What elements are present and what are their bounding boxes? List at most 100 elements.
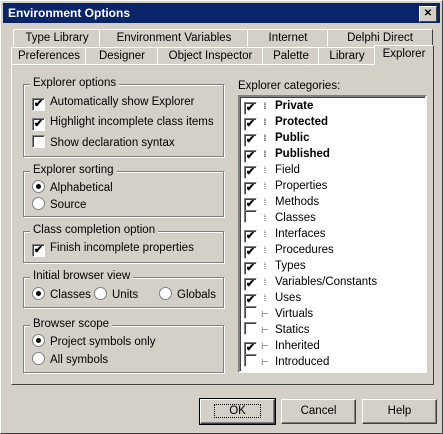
finish-incomplete-properties-checkbox[interactable]: ✔ Finish incomplete properties	[32, 241, 194, 257]
category-item[interactable]: ✔ ⁞ Procedures	[244, 242, 334, 259]
category-label: Statics	[275, 324, 310, 336]
alphabetical-radio[interactable]: Alphabetical	[32, 180, 113, 196]
category-item[interactable]: ✔ ⁞ Properties	[244, 178, 328, 195]
project-symbols-only-radio[interactable]: Project symbols only	[32, 334, 155, 350]
tab-explorer[interactable]: Explorer	[374, 45, 434, 65]
tab-library[interactable]: Library	[318, 47, 376, 65]
category-label: Variables/Constants	[275, 276, 378, 288]
option-label: Automatically show Explorer	[50, 96, 195, 108]
tree-icon: ⊢	[261, 357, 269, 367]
radio-circle	[32, 180, 45, 193]
category-label: Procedures	[275, 244, 334, 256]
tab-environment-variables[interactable]: Environment Variables	[99, 29, 249, 47]
tree-icon: ⊢	[261, 325, 269, 335]
option-label: Classes	[50, 289, 91, 301]
explorer-sorting-group: Explorer sorting Alphabetical Source	[23, 164, 225, 218]
category-label: Uses	[275, 292, 302, 304]
highlight-incomplete-class-items-checkbox[interactable]: ✔ Highlight incomplete class items	[32, 115, 214, 131]
browser-scope-group: Browser scope Project symbols only All s…	[23, 318, 225, 374]
radio-circle	[159, 287, 172, 300]
explorer-categories-label: Explorer categories:	[238, 80, 341, 92]
category-item[interactable]: ✔ ⁞ Private	[244, 98, 313, 115]
category-item[interactable]: ✔ ⁞ Interfaces	[244, 226, 326, 243]
category-item[interactable]: ✔ ⁞ Field	[244, 162, 300, 179]
tab-designer[interactable]: Designer	[85, 47, 159, 65]
tab-palette[interactable]: Palette	[262, 47, 320, 65]
category-label: Methods	[275, 196, 320, 208]
option-label: Show declaration syntax	[50, 137, 175, 149]
member-icon: ⁞	[263, 149, 267, 159]
member-icon: ⁞	[263, 245, 267, 255]
category-label: Properties	[275, 180, 328, 192]
close-button[interactable]: ✕	[419, 6, 437, 22]
tab-preferences[interactable]: Preferences	[11, 47, 87, 65]
checkbox-box[interactable]	[244, 354, 257, 367]
option-label: Units	[112, 289, 139, 301]
option-label: All symbols	[50, 354, 109, 366]
category-item[interactable]: ✔ ⁞ Methods	[244, 194, 320, 211]
group-title: Explorer options	[30, 77, 120, 89]
member-icon: ⁞	[263, 117, 267, 127]
category-label: Types	[275, 260, 306, 272]
category-label: Interfaces	[275, 228, 326, 240]
category-label: Published	[275, 148, 330, 160]
category-label: Inherited	[275, 340, 320, 352]
category-item[interactable]: ✔ ⁞ Protected	[244, 114, 328, 131]
tree-icon: ⊢	[261, 309, 269, 319]
checkbox-box: ✔	[32, 244, 45, 257]
category-item[interactable]: ⊢ Virtuals	[244, 306, 313, 322]
group-title: Explorer sorting	[30, 164, 117, 176]
tab-internet[interactable]: Internet	[247, 29, 329, 47]
category-item[interactable]: ✔ ⊢ Inherited	[244, 338, 320, 355]
help-button[interactable]: Help	[362, 399, 437, 424]
category-item[interactable]: ✔ ⁞ Public	[244, 130, 310, 147]
checkbox-box[interactable]	[244, 306, 257, 319]
group-title: Browser scope	[30, 318, 113, 330]
category-label: Field	[275, 164, 300, 176]
ok-button[interactable]: OK	[199, 398, 276, 425]
radio-circle	[32, 334, 45, 347]
category-item[interactable]: ⁞ Classes	[244, 210, 316, 226]
member-icon: ⁞	[263, 133, 267, 143]
category-item[interactable]: ✔ ⁞ Uses	[244, 290, 302, 307]
checkbox-box: ✔	[32, 118, 45, 131]
all-symbols-radio[interactable]: All symbols	[32, 352, 108, 368]
category-item[interactable]: ⊢ Introduced	[244, 354, 329, 370]
title-bar[interactable]: Environment Options ✕	[3, 3, 440, 23]
automatically-show-explorer-checkbox[interactable]: ✔ Automatically show Explorer	[32, 95, 194, 111]
member-icon: ⁞	[263, 181, 267, 191]
checkbox-box[interactable]	[244, 210, 257, 223]
option-label: Source	[50, 199, 87, 211]
category-label: Classes	[275, 212, 316, 224]
source-radio[interactable]: Source	[32, 197, 86, 213]
category-label: Public	[275, 132, 310, 144]
option-label: Globals	[177, 289, 216, 301]
checkbox-box[interactable]	[244, 322, 257, 335]
window-title: Environment Options	[8, 6, 131, 20]
category-item[interactable]: ✔ ⁞ Published	[244, 146, 330, 163]
explorer-categories-list[interactable]: ✔ ⁞ Private ✔ ⁞ Protected ✔ ⁞ Public ✔ ⁞ Published ✔…	[238, 95, 427, 373]
member-icon: ⁞	[263, 165, 267, 175]
category-item[interactable]: ⊢ Statics	[244, 322, 310, 338]
category-item[interactable]: ✔ ⁞ Variables/Constants	[244, 274, 378, 291]
member-icon: ⁞	[263, 213, 267, 223]
show-declaration-syntax-checkbox[interactable]: Show declaration syntax	[32, 135, 175, 151]
tab-type-library[interactable]: Type Library	[13, 29, 101, 47]
radio-circle	[32, 287, 45, 300]
cancel-button[interactable]: Cancel	[281, 399, 356, 424]
group-title: Initial browser view	[30, 270, 134, 282]
globals-radio[interactable]: Globals	[159, 287, 216, 303]
units-radio[interactable]: Units	[94, 287, 138, 303]
tree-icon: ⊢	[261, 341, 269, 351]
member-icon: ⁞	[263, 277, 267, 287]
environment-options-dialog: Environment Options ✕ Type Library Envir…	[0, 0, 443, 434]
class-completion-group: Class completion option ✔ Finish incomple…	[23, 224, 225, 264]
member-icon: ⁞	[263, 197, 267, 207]
category-item[interactable]: ✔ ⁞ Types	[244, 258, 306, 275]
tab-object-inspector[interactable]: Object Inspector	[157, 47, 264, 65]
explorer-options-group: Explorer options ✔ Automatically show Exp…	[23, 77, 225, 158]
classes-radio[interactable]: Classes	[32, 287, 91, 303]
radio-circle	[32, 197, 45, 210]
member-icon: ⁞	[263, 261, 267, 271]
checkbox-box	[32, 135, 45, 148]
